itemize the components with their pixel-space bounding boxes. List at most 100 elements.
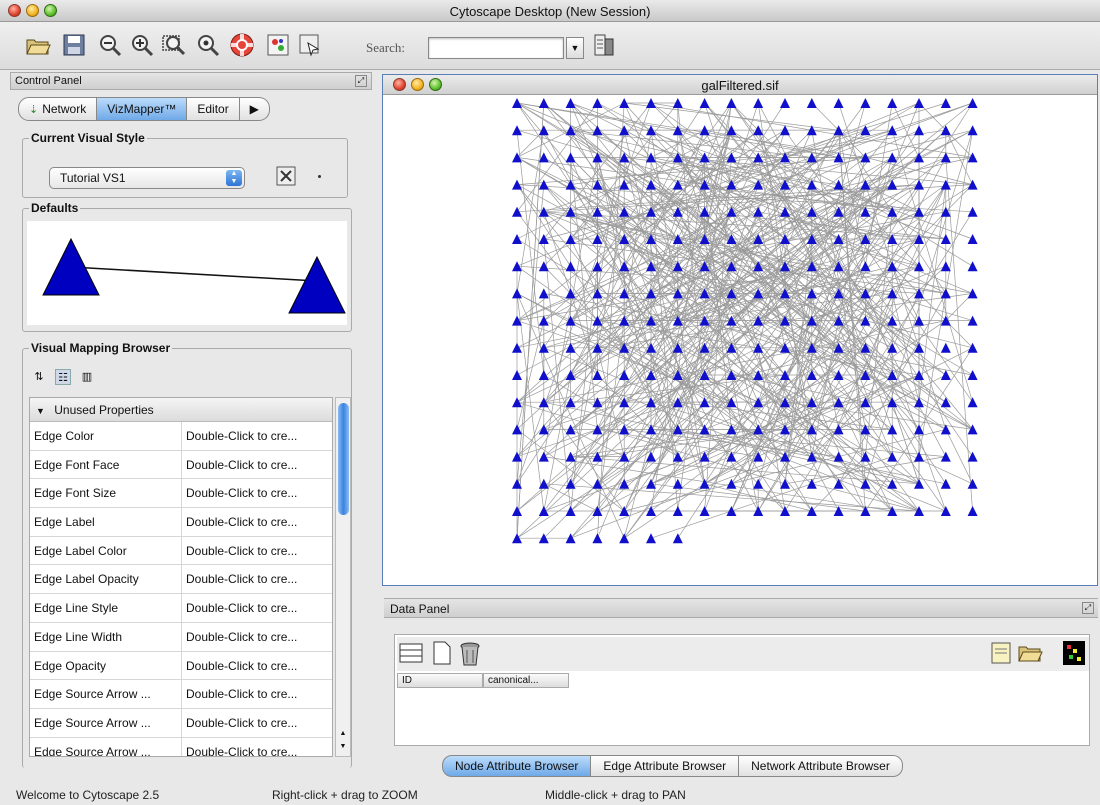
network-node[interactable] [967,234,978,244]
network-node[interactable] [780,478,790,489]
network-node[interactable] [967,261,978,272]
new-attribute-icon[interactable] [431,641,455,665]
network-node[interactable] [512,342,522,353]
network-node[interactable] [833,98,844,108]
network-node[interactable] [512,98,522,108]
network-node[interactable] [512,234,522,244]
network-node[interactable] [940,370,951,380]
property-row[interactable]: Edge Line Style Double-Click to cre... [30,594,332,623]
unused-properties-section[interactable]: ▼ Unused Properties [30,398,332,422]
search-dropdown-button[interactable]: ▼ [566,37,584,59]
network-node[interactable] [940,342,951,353]
property-mapping-cell[interactable]: Double-Click to cre... [182,565,332,593]
description-toggle-icon[interactable]: ▥ [79,369,95,385]
network-node[interactable] [565,179,576,190]
tab-node-attribute-browser[interactable]: Node Attribute Browser [442,755,592,777]
network-canvas[interactable] [383,95,1097,585]
categorized-view-icon[interactable]: ☷ [55,369,71,385]
network-node[interactable] [940,261,951,272]
property-row[interactable]: Edge Label Double-Click to cre... [30,508,332,537]
property-row[interactable]: Edge Font Size Double-Click to cre... [30,479,332,509]
network-node[interactable] [967,98,978,108]
network-node[interactable] [967,125,978,136]
data-panel-float-icon[interactable]: ⤢ [1082,602,1094,614]
network-node[interactable] [619,533,630,544]
property-mapping-cell[interactable]: Double-Click to cre... [182,738,332,756]
delete-attribute-icon[interactable] [459,641,483,666]
network-node[interactable] [699,478,710,489]
property-mapping-cell[interactable]: Double-Click to cre... [182,594,332,622]
layout-icon[interactable] [296,31,324,59]
tab-editor[interactable]: Editor [187,97,240,121]
network-node[interactable] [940,397,951,408]
tab-edge-attribute-browser[interactable]: Edge Attribute Browser [591,755,740,777]
network-node[interactable] [780,98,790,108]
network-node[interactable] [967,506,978,516]
network-node[interactable] [914,451,924,462]
network-node[interactable] [940,478,951,489]
float-panel-icon[interactable]: ⤢ [355,75,367,87]
visual-style-options-button[interactable] [274,164,298,188]
network-node[interactable] [512,288,522,299]
properties-scrollbar[interactable]: ▲ ▼ [335,397,351,757]
network-edge[interactable] [757,211,947,512]
property-mapping-cell[interactable]: Double-Click to cre... [182,709,332,737]
network-node[interactable] [914,98,924,108]
properties-scroll-thumb[interactable] [338,403,349,515]
network-node[interactable] [806,478,817,489]
tabs-scroll-right-button[interactable]: ▶ [239,97,270,121]
property-row[interactable]: Edge Source Arrow ... Double-Click to cre… [30,680,332,709]
property-row[interactable]: Edge Label Opacity Double-Click to cre... [30,565,332,595]
help-icon[interactable] [228,31,256,59]
search-input[interactable] [428,37,564,59]
zoom-in-icon[interactable] [128,31,156,59]
network-edge[interactable] [597,157,679,457]
network-node[interactable] [833,451,844,462]
network-node[interactable] [538,98,549,108]
network-node[interactable] [619,370,630,380]
network-node[interactable] [887,288,898,299]
network-node[interactable] [967,370,978,380]
visual-style-select[interactable]: Tutorial VS1 ▲ ▼ [49,167,245,189]
network-node[interactable] [887,98,898,108]
network-node[interactable] [699,98,710,108]
scroll-down-arrow[interactable]: ▼ [337,743,349,755]
network-node[interactable] [967,424,978,435]
tab-network-attribute-browser[interactable]: Network Attribute Browser [739,755,903,777]
zoom-out-icon[interactable] [96,31,124,59]
attribute-browser-icon[interactable] [590,31,618,59]
vizmapper-icon[interactable] [264,31,292,59]
property-mapping-cell[interactable]: Double-Click to cre... [182,652,332,680]
network-node[interactable] [806,206,817,217]
network-node[interactable] [753,98,764,108]
scroll-up-arrow[interactable]: ▲ [337,730,349,742]
defaults-group[interactable]: Defaults [22,201,352,332]
zoom-selected-icon[interactable] [194,31,222,59]
property-row[interactable]: Edge Source Arrow ... Double-Click to cre… [30,708,332,738]
network-node[interactable] [646,478,656,489]
property-row[interactable]: Edge Color Double-Click to cre... [30,422,332,451]
network-node[interactable] [860,478,871,489]
property-row[interactable]: Edge Font Face Double-Click to cre... [30,450,332,480]
network-node[interactable] [538,288,549,299]
network-node[interactable] [914,125,924,136]
network-node[interactable] [672,533,683,544]
column-header-canonical[interactable]: canonical... [483,673,569,688]
network-node[interactable] [967,478,978,489]
property-mapping-cell[interactable]: Double-Click to cre... [182,422,332,450]
network-node[interactable] [967,397,978,408]
network-node[interactable] [726,478,737,489]
network-node[interactable] [940,288,951,299]
network-node[interactable] [565,98,576,108]
network-node[interactable] [646,533,656,544]
network-node[interactable] [592,533,603,544]
property-mapping-cell[interactable]: Double-Click to cre... [182,451,332,479]
network-node[interactable] [538,179,549,190]
column-header-id[interactable]: ID [397,673,483,688]
network-node[interactable] [619,179,630,190]
tab-vizmapper[interactable]: VizMapper™ [97,97,188,121]
property-mapping-cell[interactable]: Double-Click to cre... [182,479,332,507]
network-node[interactable] [726,98,737,108]
network-node[interactable] [967,451,978,462]
network-node[interactable] [780,206,790,217]
